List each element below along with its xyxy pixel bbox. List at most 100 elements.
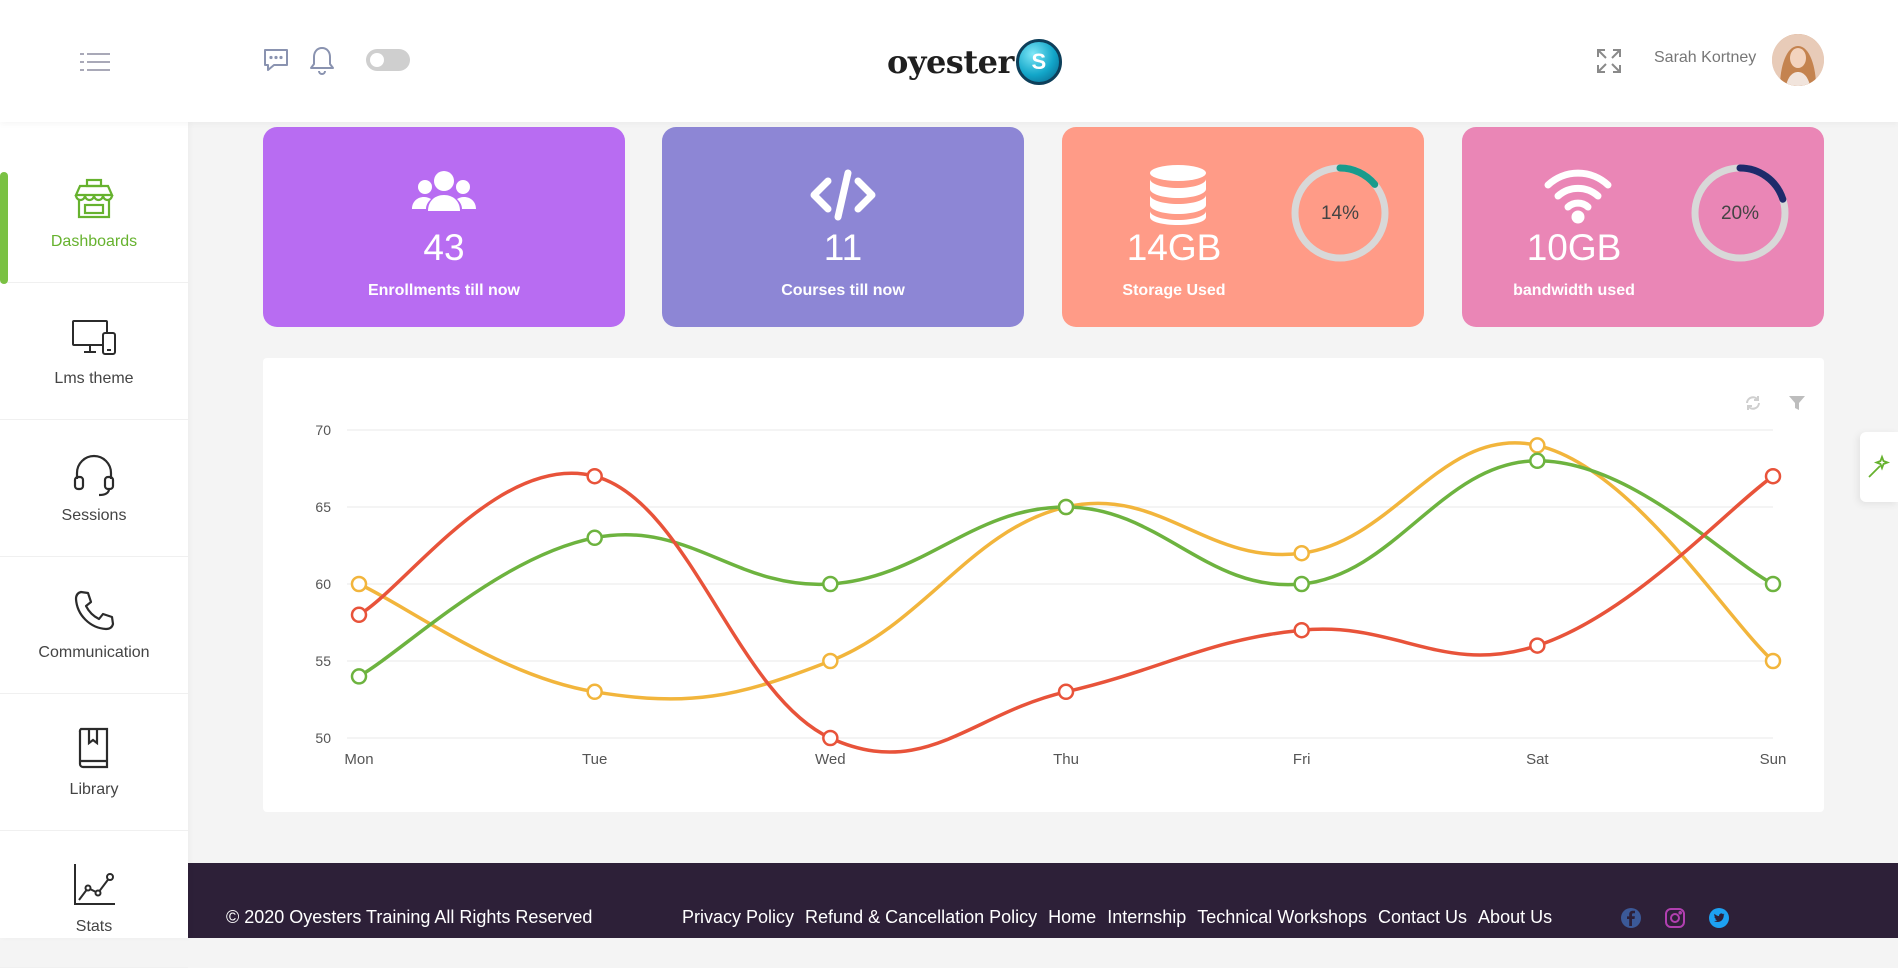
data-point bbox=[586, 467, 603, 485]
x-tick-label: Fri bbox=[1293, 751, 1311, 768]
card-caption: Enrollments till now bbox=[367, 282, 520, 299]
bandwidth-percent: 20% bbox=[1721, 203, 1759, 224]
fullscreen-icon[interactable] bbox=[1596, 48, 1622, 74]
sidebar-item-label: Sessions bbox=[61, 507, 127, 524]
footer-link-home[interactable]: Home bbox=[1048, 907, 1096, 928]
data-point bbox=[350, 606, 368, 624]
footer-link-about[interactable]: About Us bbox=[1478, 907, 1552, 928]
data-point bbox=[350, 668, 368, 685]
sidebar-item-lms-theme[interactable]: Lms theme bbox=[0, 283, 188, 420]
code-icon bbox=[810, 169, 876, 221]
data-point bbox=[1057, 498, 1075, 516]
headset-icon bbox=[73, 454, 115, 497]
sidebar-item-label: Stats bbox=[75, 918, 113, 935]
phone-icon bbox=[74, 590, 115, 631]
data-point bbox=[586, 529, 603, 547]
top-bar: oyester S Sarah Kortney bbox=[0, 0, 1898, 122]
y-tick-label: 60 bbox=[315, 576, 331, 592]
data-point bbox=[1293, 544, 1310, 562]
data-point bbox=[822, 729, 839, 747]
store-icon bbox=[74, 178, 114, 219]
social-links bbox=[1620, 907, 1730, 929]
x-tick-label: Wed bbox=[815, 751, 846, 768]
y-tick-label: 65 bbox=[315, 499, 331, 515]
x-tick-label: Thu bbox=[1053, 751, 1079, 768]
footer-link-refund[interactable]: Refund & Cancellation Policy bbox=[805, 907, 1037, 928]
series-line bbox=[357, 459, 1775, 679]
chart-card: 70 65 60 55 50 Mon Tue Wed Thu Fri Sat Sun bbox=[263, 358, 1824, 812]
x-tick-label: Sat bbox=[1526, 751, 1549, 768]
data-point bbox=[1293, 621, 1310, 639]
x-tick-label: Mon bbox=[344, 751, 373, 768]
twitter-icon[interactable] bbox=[1708, 907, 1730, 929]
data-point bbox=[1529, 637, 1546, 654]
footer: © 2020 Oyesters Training All Rights Rese… bbox=[188, 863, 1898, 938]
data-point bbox=[1764, 467, 1782, 485]
storage-percent: 14% bbox=[1321, 203, 1359, 224]
footer-link-privacy[interactable]: Privacy Policy bbox=[682, 907, 794, 928]
data-point bbox=[822, 652, 839, 670]
bell-icon[interactable] bbox=[308, 44, 336, 76]
footer-links: Privacy Policy Refund & Cancellation Pol… bbox=[682, 907, 1552, 928]
storage-card[interactable]: 14GB Storage Used 14% bbox=[1062, 127, 1424, 327]
sidebar-item-sessions[interactable]: Sessions bbox=[0, 420, 188, 557]
chat-icon[interactable] bbox=[262, 46, 290, 74]
sidebar-item-stats[interactable]: Stats bbox=[0, 831, 188, 968]
enrollments-card[interactable]: 43 Enrollments till now bbox=[263, 127, 625, 327]
y-tick-label: 50 bbox=[315, 730, 331, 746]
sidebar-item-label: Communication bbox=[38, 644, 150, 661]
line-chart: 70 65 60 55 50 Mon Tue Wed Thu Fri Sat Sun bbox=[315, 422, 1787, 768]
magic-wand-icon bbox=[1868, 454, 1891, 478]
data-point bbox=[350, 575, 368, 593]
sidebar-item-dashboards[interactable]: Dashboards bbox=[0, 146, 188, 284]
data-point bbox=[1764, 652, 1782, 670]
avatar[interactable] bbox=[1772, 34, 1824, 86]
book-icon bbox=[78, 727, 109, 769]
sidebar-item-library[interactable]: Library bbox=[0, 694, 188, 831]
devices-icon bbox=[72, 320, 116, 355]
sidebar-item-label: Library bbox=[69, 781, 119, 798]
facebook-icon[interactable] bbox=[1620, 907, 1642, 929]
footer-link-contact[interactable]: Contact Us bbox=[1378, 907, 1467, 928]
data-point bbox=[1293, 575, 1310, 593]
copyright-text: © 2020 Oyesters Training All Rights Rese… bbox=[226, 907, 593, 927]
users-icon bbox=[412, 171, 476, 211]
data-point bbox=[1529, 452, 1546, 470]
card-value: 43 bbox=[423, 227, 465, 268]
card-value: 10GB bbox=[1526, 227, 1622, 268]
y-tick-label: 70 bbox=[315, 422, 331, 438]
brand-text: oyester bbox=[887, 43, 1014, 81]
database-icon bbox=[1150, 165, 1206, 225]
card-value: 11 bbox=[823, 227, 863, 268]
bandwidth-card[interactable]: 10GB bandwidth used 20% bbox=[1462, 127, 1824, 327]
data-point bbox=[586, 683, 603, 701]
brand-logo[interactable]: oyester S bbox=[887, 38, 1062, 86]
footer-link-internship[interactable]: Internship bbox=[1107, 907, 1186, 928]
sidebar-item-communication[interactable]: Communication bbox=[0, 557, 188, 694]
user-name[interactable]: Sarah Kortney bbox=[1654, 49, 1756, 67]
data-point bbox=[1529, 437, 1546, 454]
card-caption: bandwidth used bbox=[1513, 282, 1635, 299]
footer-link-workshops[interactable]: Technical Workshops bbox=[1197, 907, 1367, 928]
line-chart-icon bbox=[74, 864, 115, 905]
data-point bbox=[1764, 575, 1782, 593]
card-value: 14GB bbox=[1126, 227, 1222, 268]
menu-toggle-icon[interactable] bbox=[80, 50, 110, 74]
x-tick-label: Sun bbox=[1760, 751, 1787, 768]
sidebar-item-label: Lms theme bbox=[54, 370, 134, 387]
wifi-icon bbox=[1544, 169, 1612, 224]
theme-toggle[interactable] bbox=[366, 49, 410, 71]
card-caption: Courses till now bbox=[781, 282, 905, 299]
storage-progress-ring: 14% bbox=[1291, 164, 1389, 262]
y-tick-label: 55 bbox=[315, 653, 331, 669]
bandwidth-progress-ring: 20% bbox=[1691, 164, 1789, 262]
sidebar: Dashboards Lms theme Sessions Communicat… bbox=[0, 122, 188, 968]
sidebar-item-label: Dashboards bbox=[50, 233, 138, 250]
courses-card[interactable]: 11 Courses till now bbox=[662, 127, 1024, 327]
data-point bbox=[822, 575, 839, 593]
x-tick-label: Tue bbox=[582, 751, 607, 768]
customizer-button[interactable] bbox=[1860, 432, 1898, 502]
brand-badge: S bbox=[1015, 39, 1062, 85]
card-caption: Storage Used bbox=[1122, 282, 1226, 299]
instagram-icon[interactable] bbox=[1664, 907, 1686, 929]
